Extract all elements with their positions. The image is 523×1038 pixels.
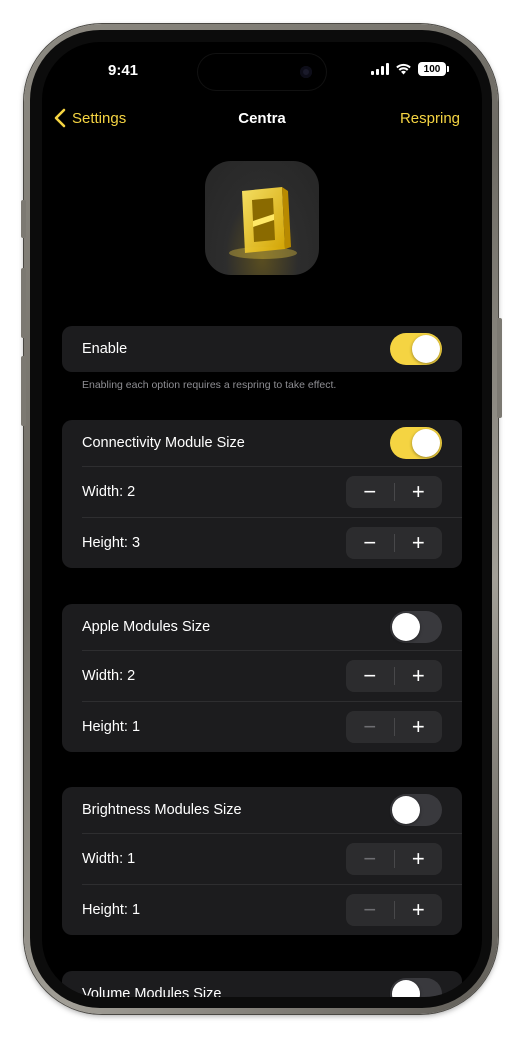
brightness-modules-label: Brightness Modules Size bbox=[82, 802, 242, 818]
decrement-button[interactable]: − bbox=[346, 660, 394, 692]
volume-modules-toggle[interactable] bbox=[390, 978, 442, 997]
toggle-knob bbox=[392, 613, 420, 641]
enable-card: Enable bbox=[62, 326, 462, 372]
volume-toggle-row: Volume Modules Size bbox=[62, 971, 462, 997]
decrement-button[interactable]: − bbox=[346, 843, 394, 875]
battery-icon: 100 bbox=[418, 62, 449, 76]
apple-height-row: Height: 1 − + bbox=[82, 701, 462, 752]
apple-height-stepper: − + bbox=[346, 711, 442, 743]
toggle-knob bbox=[392, 980, 420, 997]
cellular-signal-icon bbox=[371, 63, 389, 75]
brightness-height-stepper: − + bbox=[346, 894, 442, 926]
centra-logo-icon bbox=[229, 187, 297, 259]
increment-button[interactable]: + bbox=[395, 843, 443, 875]
brightness-width-row: Width: 1 − + bbox=[82, 833, 462, 884]
apple-modules-toggle[interactable] bbox=[390, 611, 442, 643]
brightness-modules-card: Brightness Modules Size Width: 1 − + Hei… bbox=[62, 787, 462, 935]
apple-toggle-row: Apple Modules Size bbox=[62, 604, 462, 650]
enable-row: Enable bbox=[62, 326, 462, 372]
brightness-modules-toggle[interactable] bbox=[390, 794, 442, 826]
connectivity-height-row: Height: 3 − + bbox=[82, 517, 462, 568]
volume-up-button bbox=[21, 268, 26, 338]
enable-toggle[interactable] bbox=[390, 333, 442, 365]
apple-modules-card: Apple Modules Size Width: 2 − + Height: … bbox=[62, 604, 462, 752]
apple-height-label: Height: 1 bbox=[82, 719, 141, 735]
power-button bbox=[497, 318, 502, 418]
screen: 9:41 100 Settings Centra Respring Enable… bbox=[42, 42, 482, 997]
connectivity-height-label: Height: 3 bbox=[82, 535, 141, 551]
respring-button[interactable]: Respring bbox=[400, 110, 460, 127]
connectivity-height-stepper: − + bbox=[346, 527, 442, 559]
enable-footnote: Enabling each option requires a respring… bbox=[82, 379, 337, 391]
brightness-width-label: Width: 1 bbox=[82, 851, 136, 867]
connectivity-card: Connectivity Module Size Width: 2 − + He… bbox=[62, 420, 462, 568]
volume-down-button bbox=[21, 356, 26, 426]
toggle-knob bbox=[412, 429, 440, 457]
toggle-knob bbox=[392, 796, 420, 824]
toggle-knob bbox=[412, 335, 440, 363]
apple-modules-label: Apple Modules Size bbox=[82, 619, 211, 635]
decrement-button[interactable]: − bbox=[346, 711, 394, 743]
increment-button[interactable]: + bbox=[395, 527, 443, 559]
apple-width-stepper: − + bbox=[346, 660, 442, 692]
increment-button[interactable]: + bbox=[395, 476, 443, 508]
apple-width-row: Width: 2 − + bbox=[82, 650, 462, 701]
brightness-height-label: Height: 1 bbox=[82, 902, 141, 918]
increment-button[interactable]: + bbox=[395, 894, 443, 926]
connectivity-width-row: Width: 2 − + bbox=[82, 466, 462, 517]
status-icons: 100 bbox=[371, 62, 449, 76]
connectivity-toggle[interactable] bbox=[390, 427, 442, 459]
connectivity-width-label: Width: 2 bbox=[82, 484, 136, 500]
decrement-button[interactable]: − bbox=[346, 476, 394, 508]
app-icon bbox=[205, 161, 319, 275]
enable-label: Enable bbox=[82, 341, 128, 357]
increment-button[interactable]: + bbox=[395, 660, 443, 692]
volume-modules-label: Volume Modules Size bbox=[82, 986, 222, 997]
status-time: 9:41 bbox=[108, 62, 139, 79]
apple-width-label: Width: 2 bbox=[82, 668, 136, 684]
connectivity-label: Connectivity Module Size bbox=[82, 435, 245, 451]
decrement-button[interactable]: − bbox=[346, 894, 394, 926]
front-camera bbox=[300, 66, 312, 78]
increment-button[interactable]: + bbox=[395, 711, 443, 743]
action-button bbox=[21, 200, 26, 238]
decrement-button[interactable]: − bbox=[346, 527, 394, 559]
volume-modules-card: Volume Modules Size bbox=[62, 971, 462, 997]
dynamic-island bbox=[198, 54, 326, 90]
brightness-height-row: Height: 1 − + bbox=[82, 884, 462, 935]
connectivity-toggle-row: Connectivity Module Size bbox=[62, 420, 462, 466]
wifi-icon bbox=[396, 63, 411, 75]
brightness-toggle-row: Brightness Modules Size bbox=[62, 787, 462, 833]
connectivity-width-stepper: − + bbox=[346, 476, 442, 508]
brightness-width-stepper: − + bbox=[346, 843, 442, 875]
